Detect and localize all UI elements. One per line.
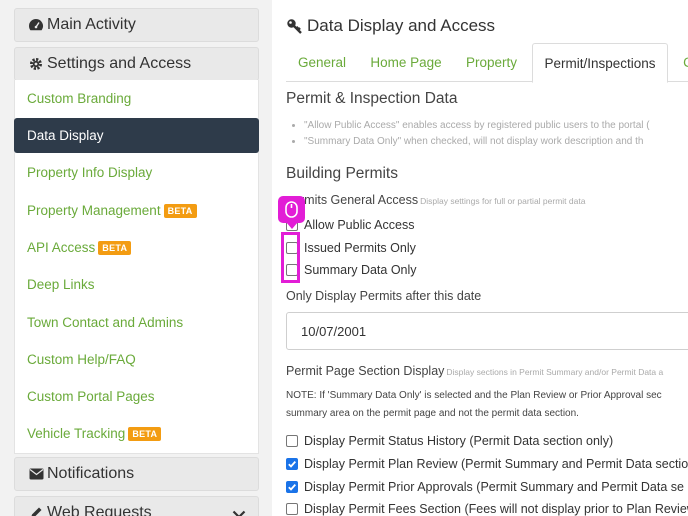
sidebar-item-vehicle-tracking[interactable]: Vehicle Tracking BETA: [14, 416, 259, 451]
sidebar: Main Activity Settings and Access Custom…: [0, 0, 272, 516]
general-access-label: rmits General Access Display settings for…: [300, 193, 585, 207]
tab-home-page[interactable]: Home Page: [370, 43, 441, 82]
page-title: Data Display and Access: [286, 16, 495, 36]
tab-general[interactable]: General: [286, 43, 358, 82]
sidebar-header-main-activity[interactable]: Main Activity: [14, 8, 259, 42]
permit-date-input[interactable]: 10/07/2001: [286, 312, 688, 350]
bullet-item: "Allow Public Access" enables access by …: [304, 118, 650, 134]
option-label: Allow Public Access: [304, 218, 415, 232]
sidebar-item-label: Property Info Display: [27, 165, 153, 180]
dashboard-icon: [28, 17, 44, 33]
sidebar-item-deep-links[interactable]: Deep Links: [14, 267, 259, 302]
option-label: Issued Permits Only: [304, 241, 416, 255]
permit-inspection-bullets: "Allow Public Access" enables access by …: [304, 118, 650, 150]
option-issued-permits-only[interactable]: Issued Permits Only: [286, 241, 416, 255]
sidebar-item-label: Vehicle Tracking: [27, 426, 126, 441]
tab-permit-inspections[interactable]: Permit/Inspections: [532, 43, 668, 83]
sidebar-header-notifications[interactable]: Notifications: [14, 457, 259, 491]
sidebar-item-label: Custom Branding: [27, 91, 132, 106]
pencil-icon: [28, 505, 44, 516]
bullet-item: "Summary Data Only" when checked, will n…: [304, 134, 650, 150]
sidebar-item-api-access[interactable]: API Access BETA: [14, 230, 259, 265]
general-access-hint: Display settings for full or partial per…: [420, 196, 586, 206]
sidebar-item-label: Data Display: [27, 128, 104, 143]
sidebar-header-settings-access[interactable]: Settings and Access: [14, 47, 259, 81]
tab-property[interactable]: Property: [453, 43, 530, 82]
sidebar-item-label: API Access: [27, 240, 96, 255]
main-activity-label: Main Activity: [47, 16, 136, 33]
note-line: NOTE: If 'Summary Data Only' is selected…: [286, 390, 662, 401]
section-display-hint: Display sections in Permit Summary and/o…: [446, 367, 664, 377]
sidebar-item-data-display[interactable]: Data Display: [14, 118, 259, 153]
envelope-icon: [28, 466, 44, 482]
key-icon: [286, 18, 303, 35]
option-summary-data-only[interactable]: Summary Data Only: [286, 263, 417, 277]
section-display-label: Permit Page Section Display Display secti…: [286, 364, 663, 378]
general-access-text: rmits General Access: [300, 193, 419, 207]
checkmark-icon: [288, 483, 296, 491]
tab-bar: General Home Page Property Permit/Inspec…: [286, 43, 688, 83]
tab-overflow[interactable]: C: [678, 43, 688, 82]
sidebar-item-property-management[interactable]: Property Management BETA: [14, 193, 259, 228]
web-requests-label: Web Requests: [47, 504, 152, 516]
section-prior-approvals[interactable]: Display Permit Prior Approvals (Permit S…: [286, 480, 684, 494]
mouse-click-annotation-icon: [278, 196, 305, 223]
sidebar-item-label: Custom Portal Pages: [27, 389, 155, 404]
permit-date-value: 10/07/2001: [301, 323, 367, 339]
sidebar-item-property-info-display[interactable]: Property Info Display: [14, 155, 259, 190]
note-line: summary area on the permit page and not …: [286, 408, 579, 419]
beta-badge: BETA: [163, 203, 197, 218]
section-label: Display Permit Fees Section (Fees will n…: [304, 502, 688, 516]
section-label: Display Permit Status History (Permit Da…: [304, 434, 614, 448]
beta-badge: BETA: [98, 240, 132, 255]
sidebar-item-label: Deep Links: [27, 277, 95, 292]
sidebar-item-custom-branding[interactable]: Custom Branding: [14, 81, 259, 116]
section-label: Display Permit Prior Approvals (Permit S…: [304, 480, 684, 494]
sidebar-item-label: Property Management: [27, 203, 161, 218]
sidebar-item-town-contact-admins[interactable]: Town Contact and Admins: [14, 305, 259, 340]
annotation-highlight-box: [281, 232, 300, 283]
fees-section-checkbox[interactable]: [286, 503, 298, 515]
plan-review-checkbox[interactable]: [286, 458, 298, 470]
section-fees[interactable]: Display Permit Fees Section (Fees will n…: [286, 502, 688, 516]
section-status-history[interactable]: Display Permit Status History (Permit Da…: [286, 434, 613, 448]
settings-access-label: Settings and Access: [47, 55, 192, 72]
sidebar-header-web-requests[interactable]: Web Requests: [14, 496, 259, 516]
gear-icon: [28, 56, 44, 72]
chevron-down-icon[interactable]: [232, 506, 246, 516]
sidebar-item-custom-portal-pages[interactable]: Custom Portal Pages: [14, 379, 259, 414]
sidebar-item-label: Custom Help/FAQ: [27, 352, 136, 367]
notifications-label: Notifications: [47, 465, 135, 482]
section-plan-review[interactable]: Display Permit Plan Review (Permit Summa…: [286, 457, 688, 471]
option-label: Summary Data Only: [304, 263, 417, 277]
section-display-text: Permit Page Section Display: [286, 364, 445, 378]
annotation-pointer: [286, 222, 298, 229]
section-label: Display Permit Plan Review (Permit Summa…: [304, 457, 688, 471]
page-title-text: Data Display and Access: [307, 16, 496, 35]
prior-approvals-checkbox[interactable]: [286, 481, 298, 493]
building-permits-title: Building Permits: [286, 165, 398, 182]
section-display-note: NOTE: If 'Summary Data Only' is selected…: [286, 387, 662, 423]
option-allow-public-access[interactable]: Allow Public Access: [286, 218, 414, 232]
date-filter-label: Only Display Permits after this date: [286, 289, 482, 303]
status-history-checkbox[interactable]: [286, 435, 298, 447]
main-content: Data Display and Access General Home Pag…: [272, 0, 688, 516]
permit-inspection-section-title: Permit & Inspection Data: [286, 90, 458, 107]
checkmark-icon: [288, 460, 296, 468]
sidebar-item-label: Town Contact and Admins: [27, 315, 184, 330]
sidebar-item-custom-help-faq[interactable]: Custom Help/FAQ: [14, 342, 259, 377]
beta-badge: BETA: [128, 426, 162, 441]
